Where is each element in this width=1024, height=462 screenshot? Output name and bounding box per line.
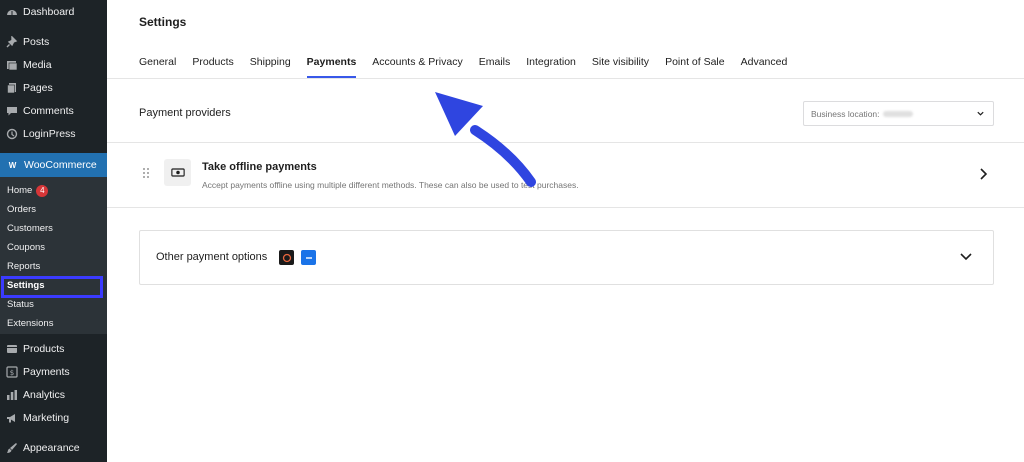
sidebar-item-label: Analytics <box>23 389 66 401</box>
chevron-down-icon <box>977 111 984 116</box>
submenu-item-customers[interactable]: Customers <box>0 219 107 238</box>
payment-providers-heading: Payment providers <box>139 107 231 119</box>
chevron-right-icon[interactable] <box>977 167 989 181</box>
sidebar-item-label: Pages <box>23 82 53 94</box>
sidebar-item-appearance[interactable]: Appearance <box>0 437 107 459</box>
payment-provider-logo-icon <box>279 250 294 265</box>
sidebar-item-label: Media <box>23 59 52 71</box>
sidebar-item-marketing[interactable]: Marketing <box>0 407 107 429</box>
products-icon <box>6 343 18 355</box>
admin-sidebar: Dashboard Posts Media Pages Comments Log… <box>0 0 107 462</box>
blurred-location-value <box>882 110 913 117</box>
brush-icon <box>6 442 18 454</box>
sidebar-item-woocommerce[interactable]: W WooCommerce <box>0 153 107 177</box>
dollar-icon: $ <box>6 366 18 378</box>
sidebar-item-comments[interactable]: Comments <box>0 100 107 122</box>
section-divider <box>107 207 1024 208</box>
submenu-label: Coupons <box>7 242 46 253</box>
tab-general[interactable]: General <box>139 56 176 78</box>
tab-advanced[interactable]: Advanced <box>741 56 788 78</box>
pin-icon <box>6 36 18 48</box>
notification-badge: 4 <box>36 184 49 197</box>
sidebar-item-products[interactable]: Products <box>0 338 107 360</box>
dashboard-icon <box>6 6 18 18</box>
tab-point-of-sale[interactable]: Point of Sale <box>665 56 725 78</box>
sidebar-item-loginpress[interactable]: LoginPress <box>0 123 107 145</box>
submenu-label: Reports <box>7 261 41 272</box>
sidebar-item-label: WooCommerce <box>24 159 97 171</box>
tab-payments[interactable]: Payments <box>306 56 356 78</box>
submenu-label: Customers <box>7 223 53 234</box>
woocommerce-submenu: Home 4 Orders Customers Coupons Reports … <box>0 177 107 334</box>
tab-products[interactable]: Products <box>192 56 233 78</box>
chevron-down-icon[interactable] <box>959 251 973 263</box>
other-payment-options-title: Other payment options <box>156 251 268 263</box>
svg-text:$: $ <box>10 369 14 377</box>
submenu-label: Orders <box>7 204 37 215</box>
settings-tabs: General Products Shipping Payments Accou… <box>139 56 803 78</box>
submenu-item-reports[interactable]: Reports <box>0 257 107 276</box>
megaphone-icon <box>6 412 18 424</box>
annotation-arrow-icon <box>435 92 536 187</box>
offline-payments-description: Accept payments offline using multiple d… <box>202 180 579 190</box>
submenu-label: Settings <box>7 280 45 291</box>
submenu-label: Home <box>7 185 33 196</box>
comment-icon <box>6 105 18 117</box>
location-label: Business location: <box>811 108 880 119</box>
loginpress-icon <box>6 128 18 140</box>
sidebar-item-payments[interactable]: $ Payments <box>0 361 107 383</box>
submenu-item-home[interactable]: Home 4 <box>0 181 107 200</box>
sidebar-item-label: Posts <box>23 36 50 48</box>
other-payment-options-panel[interactable]: Other payment options <box>139 230 994 285</box>
submenu-item-settings[interactable]: Settings <box>0 276 107 295</box>
tab-site-visibility[interactable]: Site visibility <box>592 56 649 78</box>
page-title: Settings <box>139 15 187 29</box>
sidebar-item-media[interactable]: Media <box>0 54 107 76</box>
sidebar-item-label: Appearance <box>23 442 80 454</box>
sidebar-item-label: Dashboard <box>23 6 75 18</box>
submenu-item-status[interactable]: Status <box>0 295 107 314</box>
payment-provider-logo-icon <box>301 250 316 265</box>
sidebar-item-posts[interactable]: Posts <box>0 31 107 53</box>
tab-integration[interactable]: Integration <box>526 56 576 78</box>
sidebar-item-pages[interactable]: Pages <box>0 77 107 99</box>
tabs-divider <box>107 78 1024 79</box>
pages-icon <box>6 82 18 94</box>
woocommerce-icon: W <box>8 160 17 170</box>
sidebar-item-dashboard[interactable]: Dashboard <box>0 1 107 23</box>
analytics-icon <box>6 389 18 401</box>
sidebar-item-analytics[interactable]: Analytics <box>0 384 107 406</box>
sidebar-item-label: Marketing <box>23 412 70 424</box>
sidebar-item-label: Products <box>23 343 65 355</box>
cash-icon <box>164 159 191 186</box>
main-content: Settings General Products Shipping Payme… <box>107 0 1024 462</box>
sidebar-item-label: Comments <box>23 105 74 117</box>
drag-handle-icon[interactable] <box>142 167 150 179</box>
submenu-label: Extensions <box>7 318 54 329</box>
sidebar-item-label: Payments <box>23 366 70 378</box>
offline-payments-title[interactable]: Take offline payments <box>202 161 317 173</box>
tab-emails[interactable]: Emails <box>479 56 511 78</box>
tab-shipping[interactable]: Shipping <box>250 56 291 78</box>
tab-accounts-privacy[interactable]: Accounts & Privacy <box>372 56 462 78</box>
submenu-item-orders[interactable]: Orders <box>0 200 107 219</box>
submenu-item-coupons[interactable]: Coupons <box>0 238 107 257</box>
section-divider <box>107 142 1024 143</box>
sidebar-item-label: LoginPress <box>23 128 76 140</box>
submenu-label: Status <box>7 299 34 310</box>
submenu-item-extensions[interactable]: Extensions <box>0 314 107 333</box>
business-location-select[interactable]: Business location: <box>803 101 994 126</box>
media-icon <box>6 59 18 71</box>
